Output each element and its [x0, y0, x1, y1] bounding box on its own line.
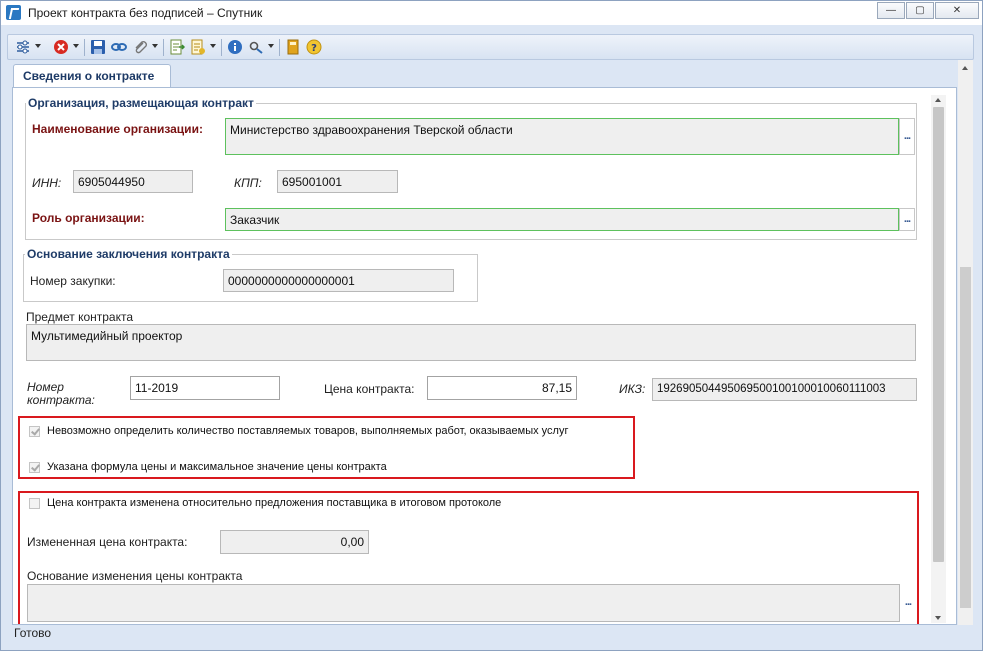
- info-icon[interactable]: [227, 39, 243, 55]
- org-section-title: Организация, размещающая контракт: [26, 96, 256, 110]
- purchase-number-label: Номер закупки:: [30, 274, 116, 288]
- app-logo-icon: [6, 5, 21, 20]
- highlight-box-group1: [18, 416, 635, 479]
- kpp-field[interactable]: 695001001: [277, 170, 398, 193]
- outer-scrollbar[interactable]: [958, 60, 973, 625]
- help-icon[interactable]: ?: [306, 39, 322, 55]
- contract-number-field[interactable]: 11-2019: [130, 376, 280, 400]
- main-window: Проект контракта без подписей – Спутник …: [0, 0, 983, 651]
- book-icon[interactable]: [285, 39, 301, 55]
- org-name-select-button[interactable]: ...: [899, 118, 915, 155]
- contract-price-label: Цена контракта:: [324, 382, 415, 396]
- save-icon[interactable]: [90, 39, 106, 55]
- org-role-select-button[interactable]: ...: [899, 208, 915, 231]
- restore-button[interactable]: ▢: [906, 2, 934, 19]
- tools-dropdown-arrow[interactable]: [268, 44, 274, 48]
- close-button[interactable]: ✕: [935, 2, 979, 19]
- report-dropdown-arrow[interactable]: [210, 44, 216, 48]
- contract-number-label: Номер контракта:: [27, 380, 95, 407]
- subject-label: Предмет контракта: [26, 310, 134, 324]
- link-icon[interactable]: [111, 39, 127, 55]
- org-role-label: Роль организации:: [32, 211, 145, 225]
- outer-scroll-up-arrow-icon[interactable]: [962, 66, 968, 70]
- highlight-box-price-change: [18, 491, 919, 624]
- toolbar: ?: [7, 34, 974, 60]
- scroll-up-arrow-icon[interactable]: [935, 98, 941, 102]
- inn-field[interactable]: 6905044950: [73, 170, 193, 193]
- ikz-label: ИКЗ:: [619, 382, 646, 396]
- inner-scrollbar[interactable]: [931, 95, 946, 623]
- tools-icon[interactable]: [248, 39, 264, 55]
- title-bar: Проект контракта без подписей – Спутник …: [1, 1, 982, 25]
- toolbar-separator: [163, 39, 164, 56]
- toolbar-separator: [279, 39, 280, 56]
- kpp-label: КПП:: [234, 176, 262, 190]
- delete-dropdown-arrow[interactable]: [73, 44, 79, 48]
- toolbar-separator: [221, 39, 222, 56]
- purchase-number-field[interactable]: 0000000000000000001: [223, 269, 454, 292]
- toolbar-separator: [84, 39, 85, 56]
- tab-strip: Сведения о контракте: [7, 62, 974, 88]
- org-role-field[interactable]: Заказчик: [225, 208, 899, 231]
- scroll-down-arrow-icon[interactable]: [935, 616, 941, 620]
- inner-scrollbar-thumb[interactable]: [933, 107, 944, 562]
- report-icon[interactable]: [190, 39, 206, 55]
- window-controls: — ▢ ✕: [877, 2, 979, 19]
- ikz-field[interactable]: 192690504495069500100100010060111003: [652, 378, 917, 401]
- subject-field[interactable]: Мультимедийный проектор: [26, 324, 916, 361]
- minimize-button[interactable]: —: [877, 2, 905, 19]
- export-icon[interactable]: [169, 39, 185, 55]
- svg-text:?: ?: [311, 43, 317, 54]
- delete-icon[interactable]: [53, 39, 69, 55]
- tab-contract-info[interactable]: Сведения о контракте: [13, 64, 171, 88]
- basis-section-title: Основание заключения контракта: [25, 247, 232, 261]
- settings-dropdown-arrow[interactable]: [35, 44, 41, 48]
- inn-label: ИНН:: [32, 176, 62, 190]
- content-pane: Организация, размещающая контракт Наимен…: [12, 87, 957, 625]
- org-name-field[interactable]: Министерство здравоохранения Тверской об…: [225, 118, 899, 155]
- outer-scrollbar-thumb[interactable]: [960, 267, 971, 608]
- window-title: Проект контракта без подписей – Спутник: [28, 6, 263, 20]
- status-bar: Готово: [14, 626, 52, 640]
- settings-icon[interactable]: [15, 39, 31, 55]
- attach-icon[interactable]: [132, 39, 148, 55]
- contract-price-field[interactable]: 87,15: [427, 376, 577, 400]
- attach-dropdown-arrow[interactable]: [152, 44, 158, 48]
- org-name-label: Наименование организации:: [32, 122, 203, 136]
